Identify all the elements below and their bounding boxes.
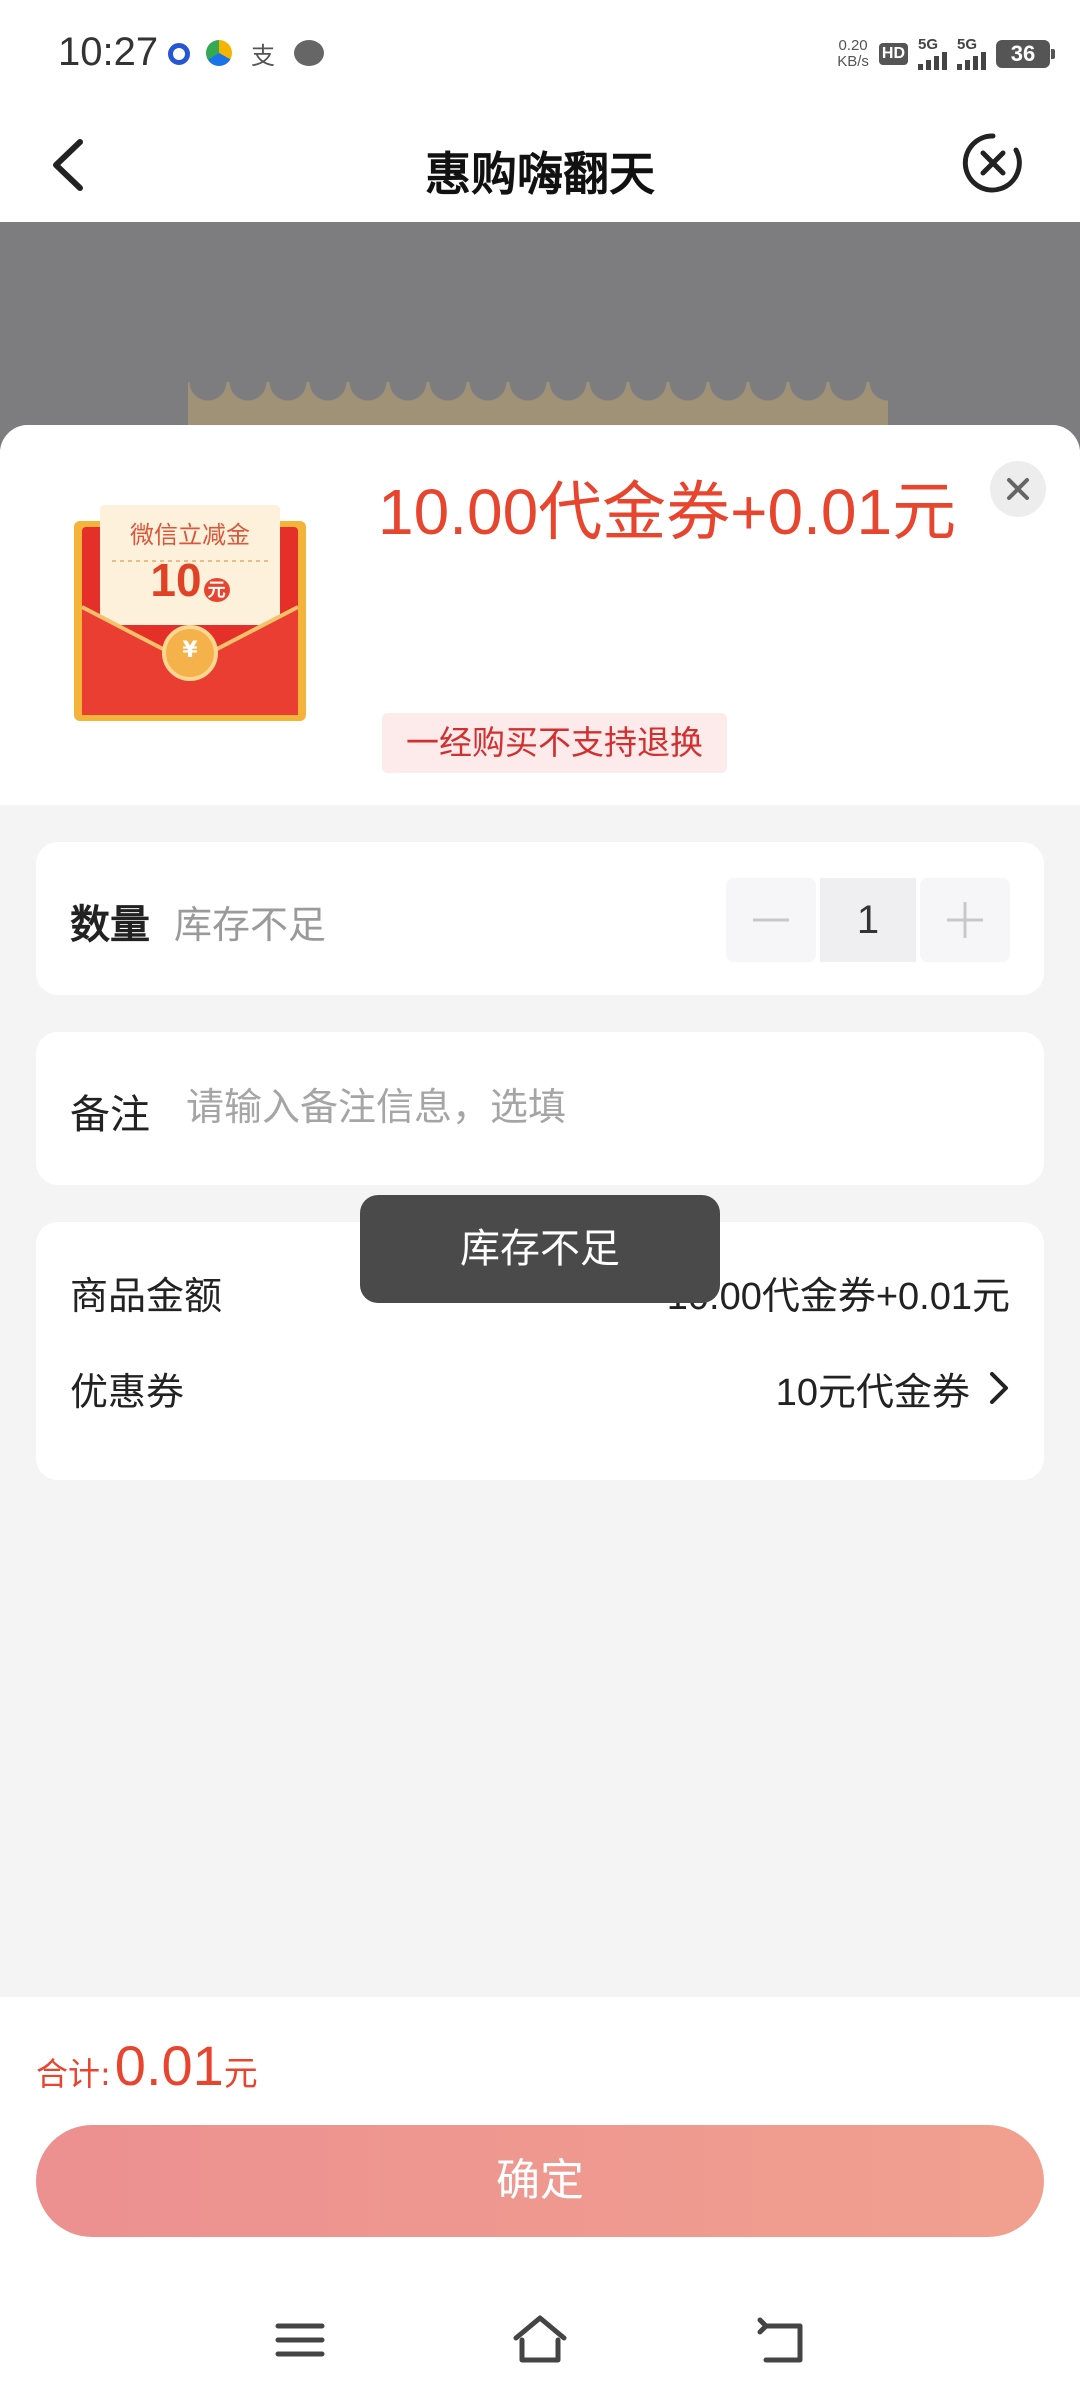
app-notification-icon xyxy=(168,43,190,65)
product-header: 微信立减金 10 元 ¥ 10.00代金券+0.01元 一经购买不支持退换 xyxy=(0,425,1080,805)
no-refund-tag: 一经购买不支持退换 xyxy=(382,713,727,773)
order-total: 合计: 0.01 元 xyxy=(36,2033,258,2098)
toast-message: 库存不足 xyxy=(360,1195,720,1303)
hd-voice-icon: HD xyxy=(878,43,908,65)
exit-miniapp-button[interactable] xyxy=(960,130,1026,196)
close-icon xyxy=(1007,478,1029,500)
sim1-network-type: 5G xyxy=(918,36,939,53)
system-back-button[interactable] xyxy=(752,2310,812,2370)
coupon-value: 10元代金券 xyxy=(775,1371,970,1414)
home-button[interactable] xyxy=(510,2310,570,2370)
system-navigation-bar xyxy=(0,2290,1080,2380)
network-speed-unit: KB/s xyxy=(837,53,869,70)
chevron-right-icon xyxy=(990,1372,1008,1404)
coupon-label: 优惠券 xyxy=(70,1369,185,1414)
quantity-card: 数量 库存不足 1 xyxy=(36,842,1044,995)
note-label: 备注 xyxy=(70,1092,150,1138)
status-bar: 10:27 支 0.20 KB/s HD 5G 5G 36 xyxy=(0,0,1080,110)
decrease-button[interactable] xyxy=(726,878,816,962)
navigation-bar: 惠购嗨翻天 xyxy=(0,110,1080,222)
status-indicators: 0.20 KB/s HD 5G 5G 36 xyxy=(837,36,1055,70)
alipay-notification-icon: 支 xyxy=(251,41,275,70)
quantity-value[interactable]: 1 xyxy=(820,878,916,962)
message-notification-icon xyxy=(294,40,324,66)
product-image-amount-unit: 元 xyxy=(203,578,230,602)
network-speed-value: 0.20 xyxy=(838,37,868,54)
confirm-button[interactable]: 确定 xyxy=(36,2125,1044,2237)
note-input[interactable] xyxy=(186,1072,986,1142)
increase-button[interactable] xyxy=(920,878,1010,962)
product-price: 10.00代金券+0.01元 xyxy=(378,476,957,548)
quantity-stepper: 1 xyxy=(726,878,1010,962)
notification-icons: 支 xyxy=(168,38,324,70)
page-title: 惠购嗨翻天 xyxy=(425,147,655,201)
sim2-network-type: 5G xyxy=(957,36,978,53)
map-notification-icon xyxy=(206,40,232,66)
total-value: 0.01 xyxy=(114,2034,224,2097)
stock-warning: 库存不足 xyxy=(174,903,327,947)
minus-icon xyxy=(753,918,789,922)
system-back-icon xyxy=(757,2317,803,2363)
network-speed: 0.20 KB/s xyxy=(837,38,869,70)
product-image-amount: 10 xyxy=(150,554,202,606)
total-label: 合计: xyxy=(36,2055,111,2093)
battery-icon: 36 xyxy=(996,40,1055,68)
signal-sim2-icon: 5G xyxy=(957,36,986,70)
menu-icon xyxy=(275,2323,325,2357)
status-time: 10:27 xyxy=(58,30,159,74)
goods-amount-label: 商品金额 xyxy=(70,1273,223,1318)
signal-sim1-icon: 5G xyxy=(918,36,947,70)
plus-icon xyxy=(947,902,983,938)
recent-apps-button[interactable] xyxy=(270,2310,330,2370)
home-icon xyxy=(513,2315,567,2363)
yen-symbol: ¥ xyxy=(182,638,198,663)
close-sheet-button[interactable] xyxy=(990,461,1046,517)
product-image-caption: 微信立减金 xyxy=(130,521,250,549)
coupon-row[interactable]: 优惠券 10元代金券 xyxy=(70,1358,1010,1418)
note-card: 备注 xyxy=(36,1032,1044,1185)
exit-circle-icon xyxy=(962,133,1022,193)
quantity-label: 数量 xyxy=(70,902,150,948)
total-unit: 元 xyxy=(223,2054,258,2094)
product-image: 微信立减金 10 元 ¥ xyxy=(72,503,308,723)
